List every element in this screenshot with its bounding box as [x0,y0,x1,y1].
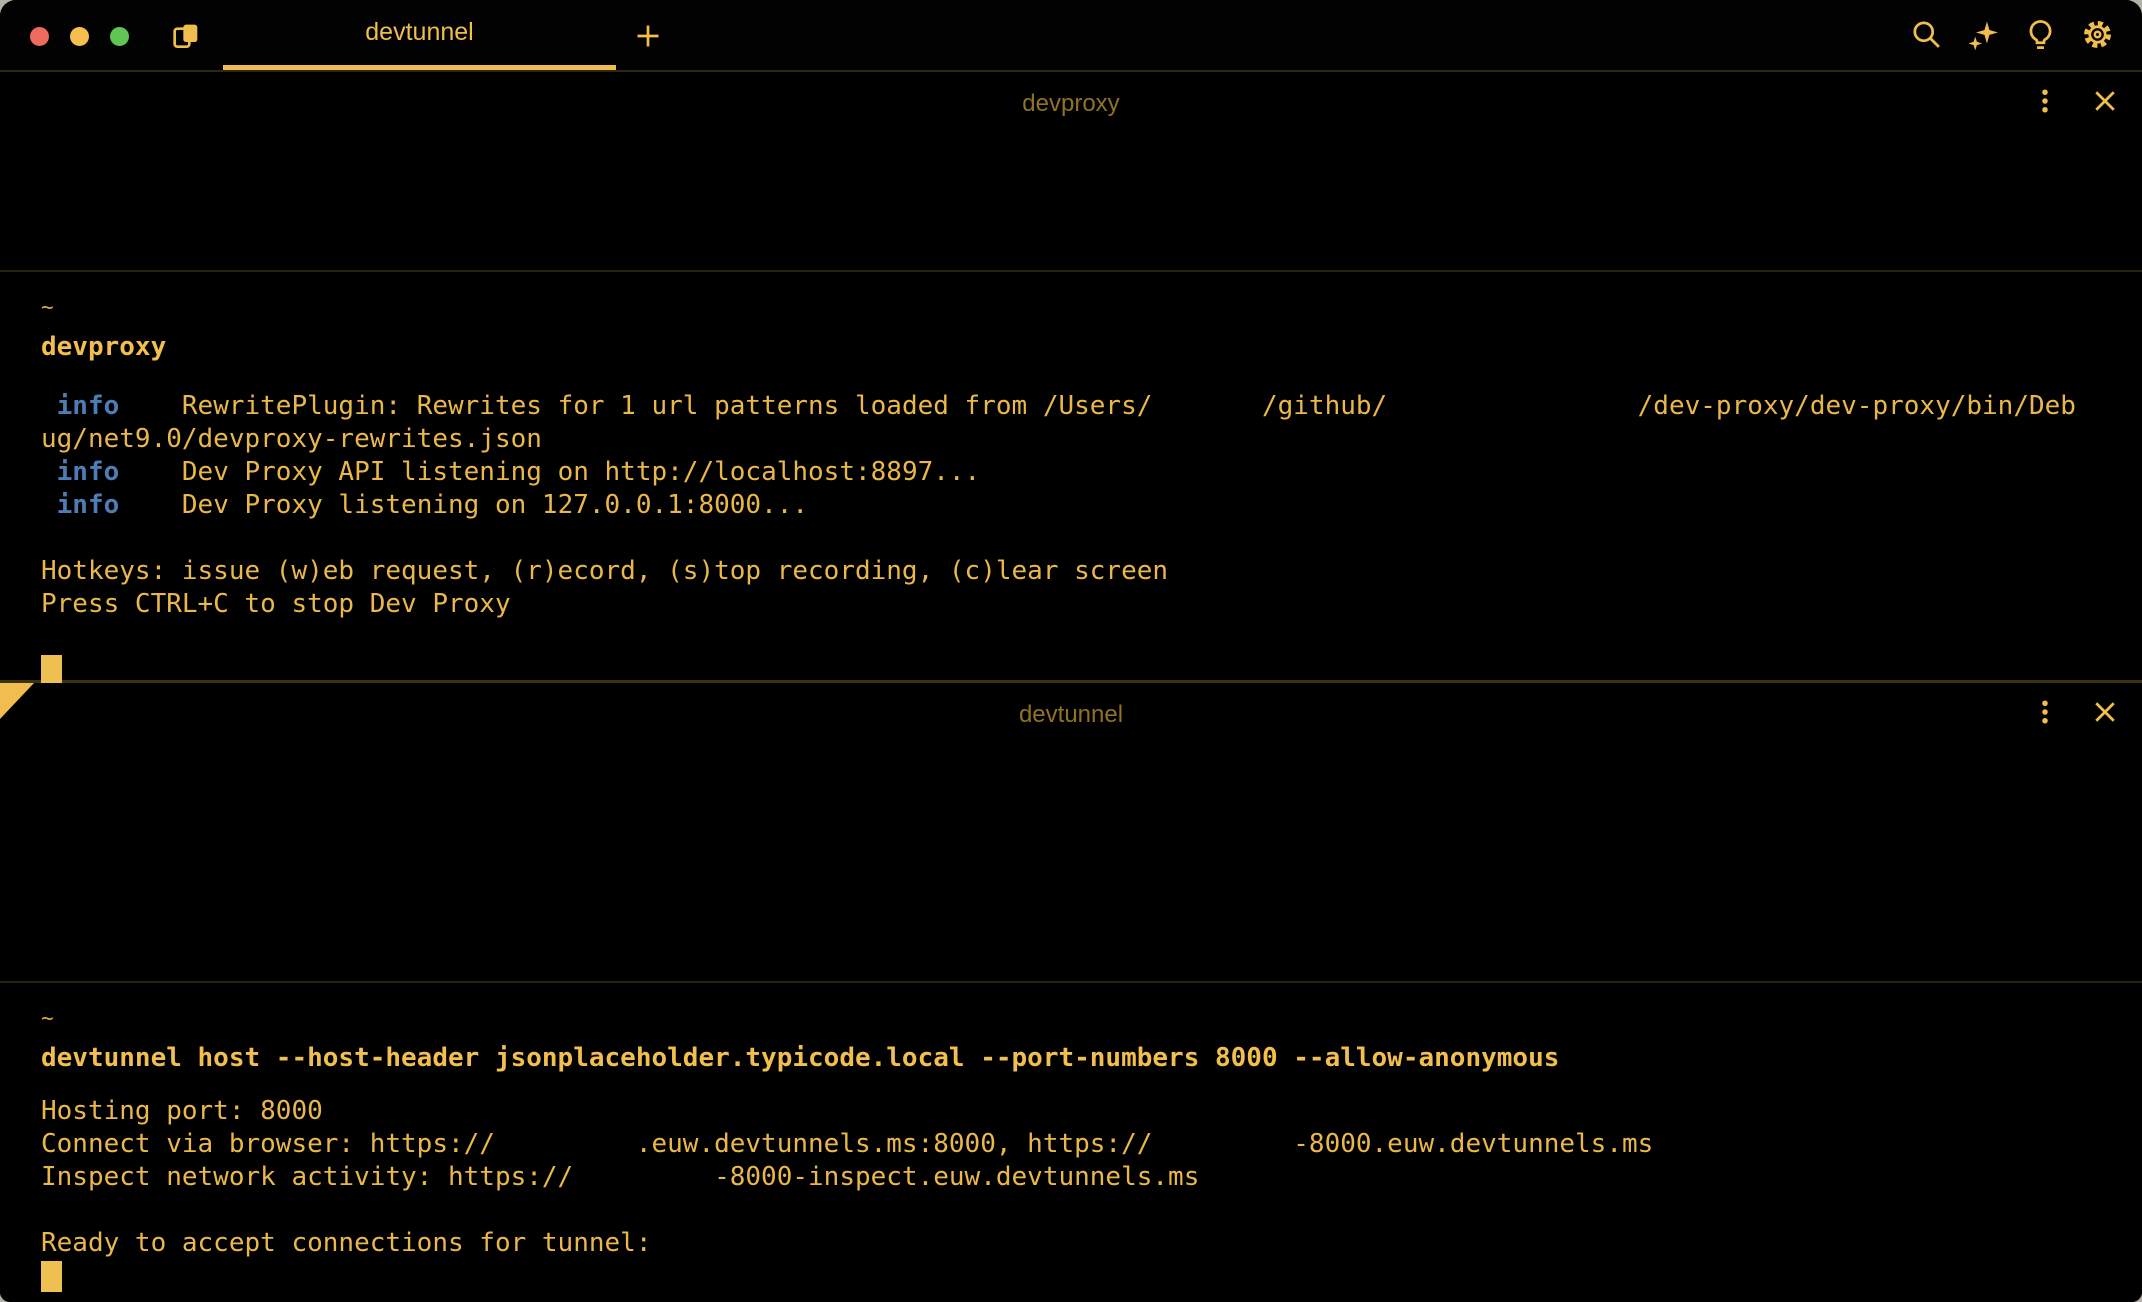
terminal-cursor [41,655,62,686]
terminal-line: info RewritePlugin: Rewrites for 1 url p… [41,390,2122,423]
pane-devproxy: devproxy ~ [0,72,2142,683]
lightbulb-icon[interactable] [2024,18,2057,51]
terminal-line: Ready to accept connections for tunnel: [41,1227,2122,1260]
tab-devtunnel[interactable]: devtunnel [223,0,616,70]
tab-bar: devtunnel [0,0,2142,72]
terminal-block: ~ devproxy info RewritePlugin: Rewrites … [0,272,2142,686]
terminal-block: ~ devtunnel host --host-header jsonplace… [0,983,2142,1292]
pane-header: devproxy [0,72,2142,136]
new-tab-button[interactable] [630,18,666,54]
toolbar [1910,18,2114,51]
cwd-prompt: ~ [41,1005,2122,1031]
terminal-line: Inspect network activity: https:// -8000… [41,1161,2122,1194]
terminal-line: info Dev Proxy listening on 127.0.0.1:80… [41,489,2122,522]
close-icon[interactable] [2090,697,2120,727]
terminal-line [41,621,2122,654]
terminal-line [41,522,2122,555]
terminal-line: Hosting port: 8000 [41,1095,2122,1128]
terminal-line: Connect via browser: https:// .euw.devtu… [41,1128,2122,1161]
sparkles-icon[interactable] [1967,18,2000,51]
terminal-line: Hotkeys: issue (w)eb request, (r)ecord, … [41,555,2122,588]
terminal-line: Press CTRL+C to stop Dev Proxy [41,588,2122,621]
terminal-output: Hosting port: 8000Connect via browser: h… [41,1095,2122,1260]
settings-icon[interactable] [2081,18,2114,51]
pane-header: devtunnel [0,683,2142,747]
pages-icon[interactable] [170,20,202,52]
terminal-line [41,1194,2122,1227]
terminal-output: info RewritePlugin: Rewrites for 1 url p… [41,390,2122,654]
minimize-window-button[interactable] [70,27,89,46]
terminal-line: info Dev Proxy API listening on http://l… [41,456,2122,489]
close-window-button[interactable] [30,27,49,46]
cwd-prompt: ~ [41,294,2122,320]
pane-actions [2030,697,2120,727]
terminal-window: devtunnel [0,0,2142,1302]
command-line: devtunnel host --host-header jsonplaceho… [41,1039,2122,1077]
zoom-window-button[interactable] [110,27,129,46]
kebab-menu-icon[interactable] [2030,697,2060,727]
search-icon[interactable] [1910,18,1943,51]
terminal-line: ug/net9.0/devproxy-rewrites.json [41,423,2122,456]
terminal-cursor [41,1261,62,1292]
traffic-lights [30,27,129,46]
command-line: devproxy [41,328,2122,366]
close-icon[interactable] [2090,86,2120,116]
kebab-menu-icon[interactable] [2030,86,2060,116]
tab-label: devtunnel [365,18,473,47]
pane-title: devproxy [0,72,2142,136]
pane-devtunnel: devtunnel ~ [0,683,2142,1297]
pane-actions [2030,86,2120,116]
pane-title: devtunnel [0,683,2142,747]
